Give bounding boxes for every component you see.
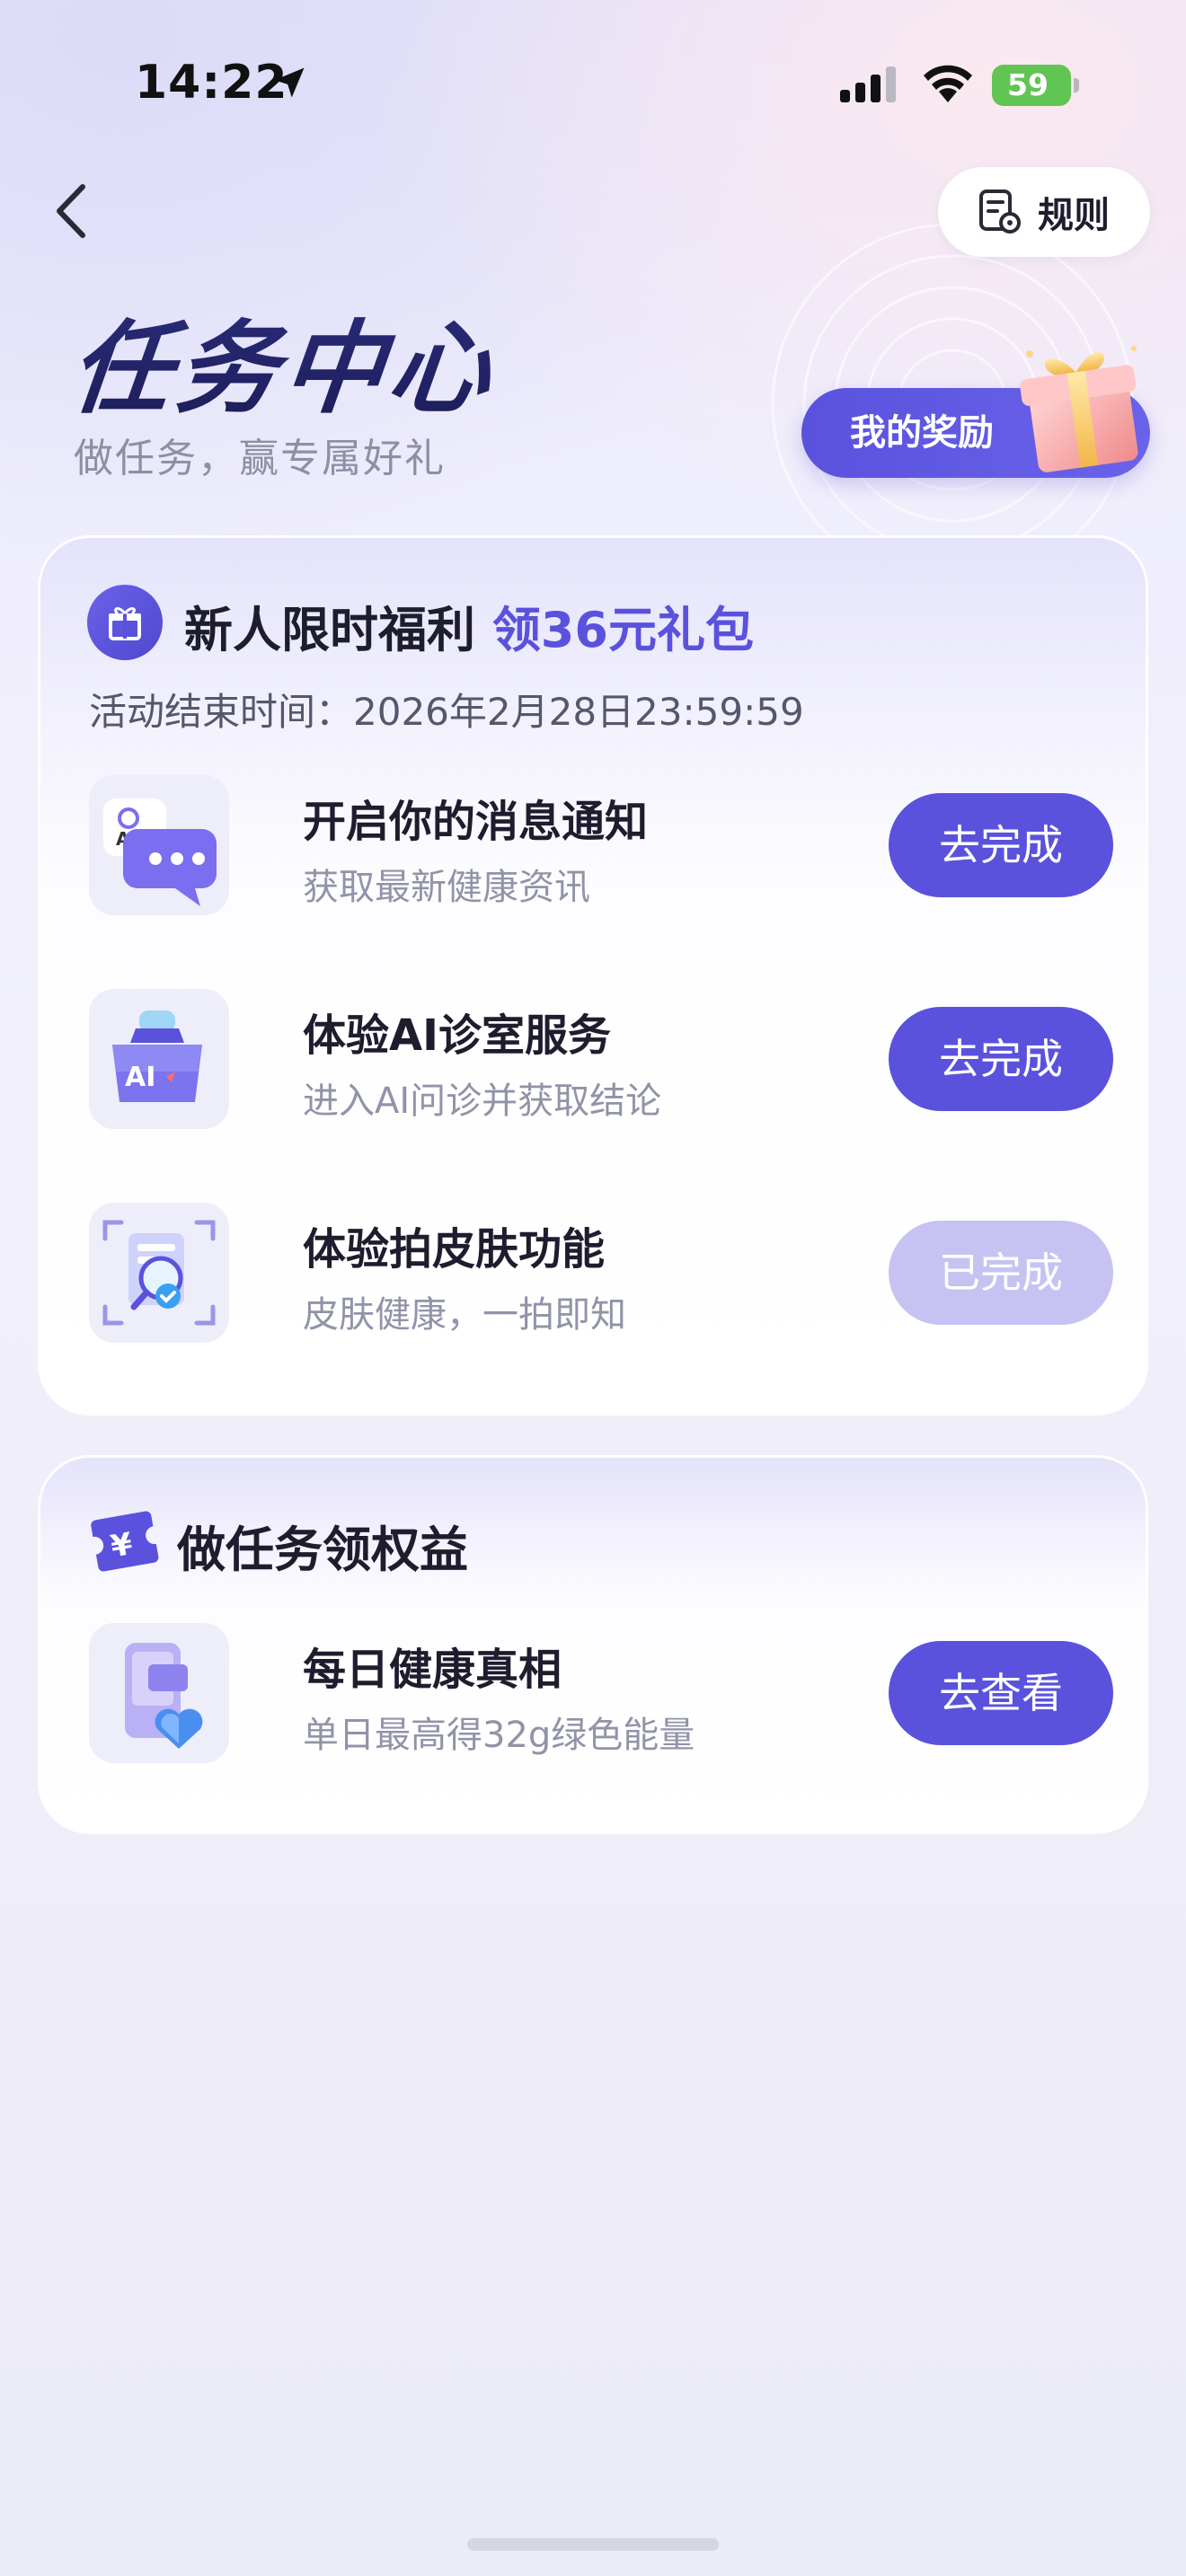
location-arrow-icon bbox=[274, 67, 305, 98]
task-complete-button[interactable]: 去完成 bbox=[889, 1007, 1113, 1111]
card-title: 新人限时福利 领36元礼包 bbox=[184, 590, 754, 661]
gift-icon bbox=[109, 607, 141, 640]
task-row-notifications: AQ 开启你的消息通知 获取最新健康资讯 去完成 bbox=[89, 775, 1113, 919]
card-title-main: 新人限时福利 bbox=[184, 602, 475, 658]
task-description: 获取最新健康资讯 bbox=[303, 867, 590, 908]
task-title: 每日健康真相 bbox=[303, 1645, 562, 1695]
wifi-icon bbox=[924, 65, 972, 102]
task-row-ai-clinic: AI 体验AI诊室服务 进入AI问诊并获取结论 去完成 bbox=[89, 989, 1113, 1133]
task-description: 皮肤健康，一拍即知 bbox=[303, 1294, 626, 1336]
rules-document-icon bbox=[979, 190, 1021, 234]
gift-box-icon bbox=[1020, 346, 1138, 472]
cellular-signal-icon bbox=[840, 66, 896, 102]
skin-scan-icon bbox=[89, 1203, 229, 1343]
task-title: 开启你的消息通知 bbox=[303, 797, 649, 847]
activity-deadline: 活动结束时间：2026年2月28日23:59:59 bbox=[89, 690, 804, 734]
battery-charging-icon: 59 bbox=[992, 65, 1079, 106]
task-completed-button[interactable]: 已完成 bbox=[889, 1221, 1113, 1325]
task-description: 进入AI问诊并获取结论 bbox=[303, 1081, 662, 1122]
yuan-ticket-icon: ¥ bbox=[91, 1511, 159, 1572]
page-subtitle: 做任务，赢专属好礼 bbox=[74, 436, 446, 481]
task-benefits-card: ¥ 做任务领权益 每日健康真相 单日最高得32g绿色能量 去查看 bbox=[38, 1455, 1148, 1834]
rules-label: 规则 bbox=[1038, 195, 1110, 236]
task-title: 体验AI诊室服务 bbox=[303, 1010, 612, 1061]
back-chevron-icon[interactable] bbox=[47, 180, 97, 243]
task-center-page: 14:22 59 规则 任务中心 做任务，赢专属好礼 我的奖励 新人限时福利 领… bbox=[0, 0, 1186, 2576]
gift-badge-icon bbox=[87, 585, 163, 660]
svg-text:AI: AI bbox=[125, 1062, 155, 1093]
task-title: 体验拍皮肤功能 bbox=[303, 1224, 606, 1275]
task-row-daily-health-truth: 每日健康真相 单日最高得32g绿色能量 去查看 bbox=[89, 1623, 1113, 1767]
daily-health-heart-icon bbox=[89, 1623, 229, 1763]
card-title: 做任务领权益 bbox=[177, 1522, 468, 1578]
task-row-skin-photo: 体验拍皮肤功能 皮肤健康，一拍即知 已完成 bbox=[89, 1203, 1113, 1346]
page-title: 任务中心 bbox=[64, 287, 503, 433]
task-view-button[interactable]: 去查看 bbox=[889, 1641, 1113, 1745]
card-title-accent: 领36元礼包 bbox=[491, 602, 754, 658]
task-complete-button[interactable]: 去完成 bbox=[889, 793, 1113, 897]
task-description: 单日最高得32g绿色能量 bbox=[303, 1715, 695, 1756]
newcomer-benefit-card: 新人限时福利 领36元礼包 活动结束时间：2026年2月28日23:59:59 … bbox=[38, 535, 1148, 1416]
rules-button[interactable]: 规则 bbox=[938, 167, 1150, 257]
status-bar: 14:22 59 bbox=[0, 0, 1186, 171]
status-time: 14:22 bbox=[135, 56, 288, 110]
ai-clinic-icon: AI bbox=[89, 989, 229, 1129]
home-indicator bbox=[467, 2538, 719, 2551]
my-rewards-label: 我的奖励 bbox=[850, 412, 994, 454]
battery-level: 59 bbox=[1007, 67, 1049, 102]
message-notification-icon: AQ bbox=[89, 775, 229, 915]
